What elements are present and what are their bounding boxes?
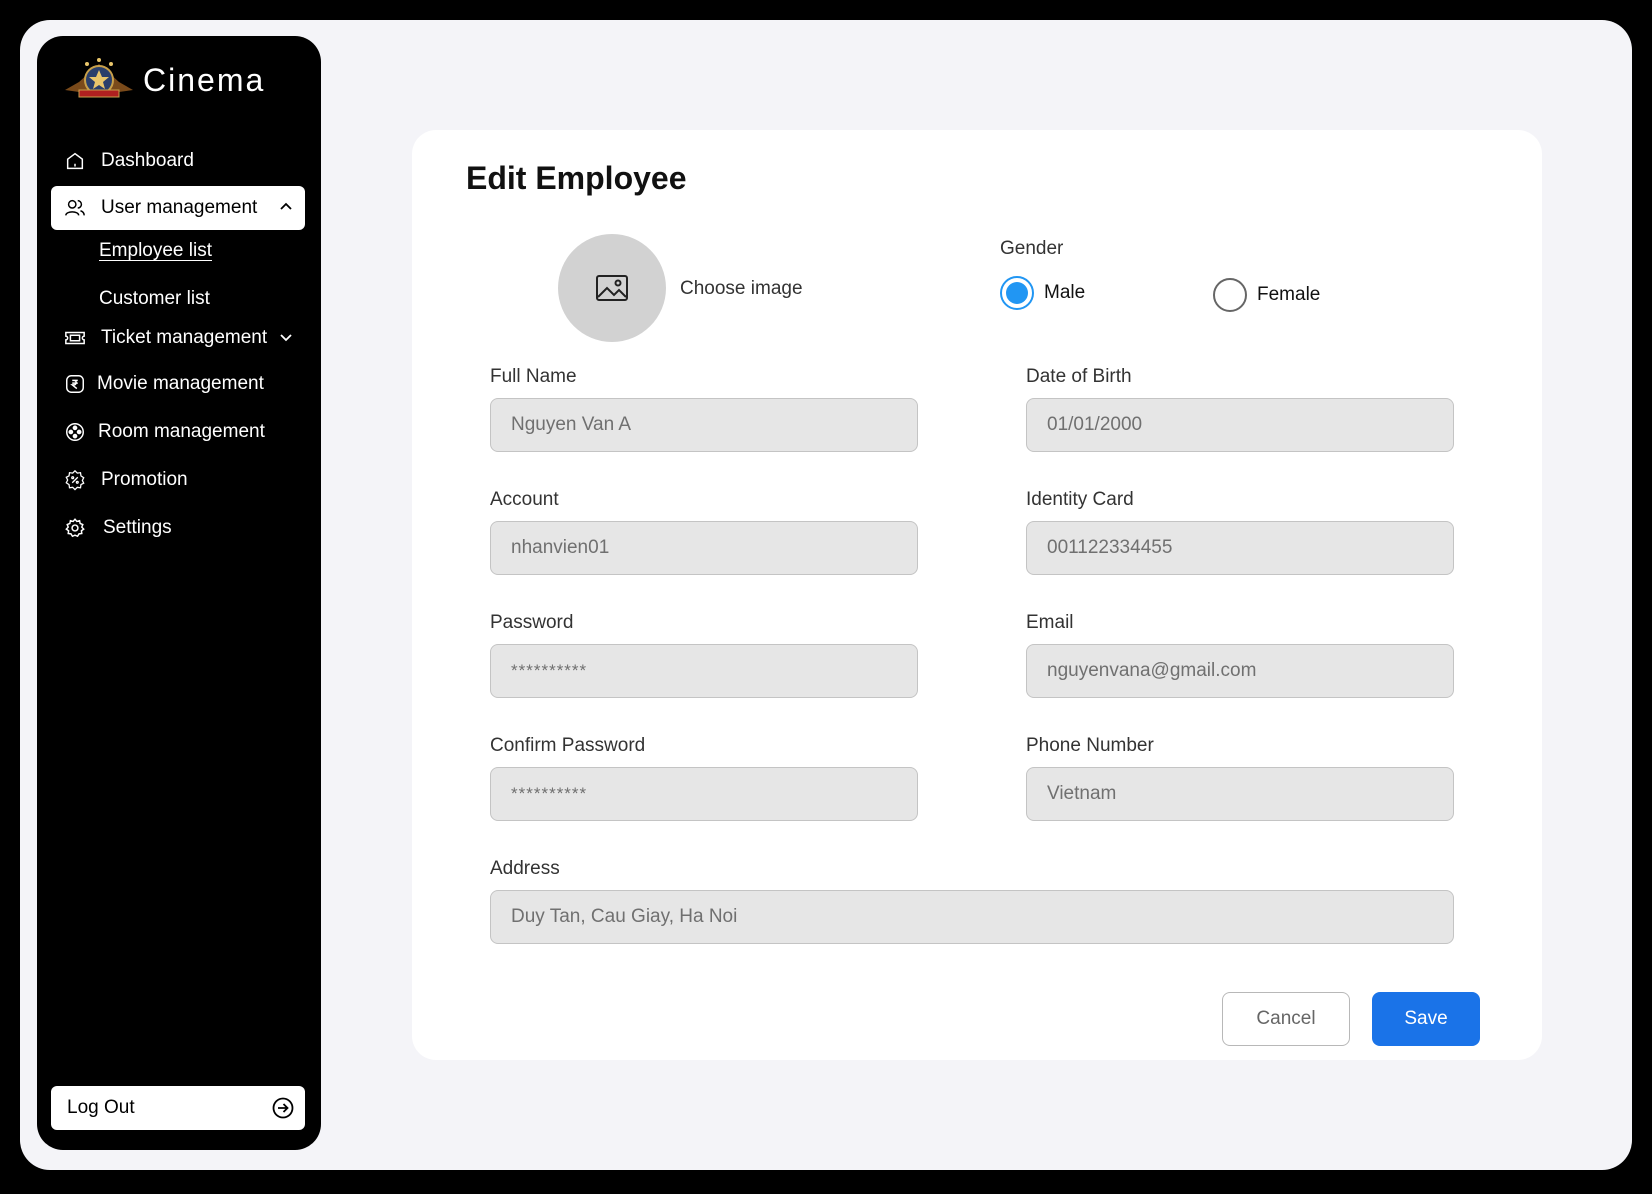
brand-name: Cinema [143, 61, 266, 98]
logout-label: Log Out [67, 1097, 135, 1118]
choose-image-link[interactable]: Choose image [680, 278, 803, 300]
edit-employee-card: Edit Employee Choose image Gender Male F… [412, 130, 1542, 1060]
full-name-label: Full Name [490, 366, 577, 387]
full-name-input[interactable]: Nguyen Van A [490, 398, 918, 452]
sidebar-item-label: Dashboard [101, 150, 194, 171]
chevron-up-icon [280, 202, 292, 210]
sidebar-item-label: User management [101, 197, 258, 218]
gender-radio-female[interactable]: Female [1213, 278, 1320, 312]
account-label: Account [490, 489, 559, 510]
address-input[interactable]: Duy Tan, Cau Giay, Ha Noi [490, 890, 1454, 944]
radio-indicator [1000, 276, 1034, 310]
confirm-password-input[interactable]: ********** [490, 767, 918, 821]
sidebar-item-user-management[interactable]: User management [51, 186, 305, 230]
gender-label: Gender [1000, 238, 1064, 259]
email-label: Email [1026, 612, 1074, 633]
rupee-coin-icon [63, 372, 87, 396]
radio-indicator [1213, 278, 1247, 312]
phone-number-input[interactable]: Vietnam [1026, 767, 1454, 821]
sidebar-item-dashboard[interactable]: Dashboard [51, 139, 305, 183]
app-window: Cinema Dashboard User management Employe… [20, 20, 1632, 1170]
sidebar-item-ticket-management[interactable]: Ticket management [51, 316, 305, 360]
chevron-down-icon [280, 334, 292, 342]
account-input[interactable]: nhanvien01 [490, 521, 918, 575]
date-of-birth-input[interactable]: 01/01/2000 [1026, 398, 1454, 452]
identity-card-label: Identity Card [1026, 489, 1134, 510]
sidebar-subitem-customer-list[interactable]: Customer list [99, 288, 210, 310]
percent-badge-icon [63, 468, 87, 492]
avatar-upload[interactable] [558, 234, 666, 342]
identity-card-input[interactable]: 001122334455 [1026, 521, 1454, 575]
ticket-icon [63, 326, 87, 350]
sidebar-item-label: Settings [103, 517, 172, 538]
radio-label: Female [1257, 284, 1321, 305]
password-label: Password [490, 612, 574, 633]
sidebar-item-label: Promotion [101, 469, 188, 490]
radio-label: Male [1044, 282, 1086, 303]
save-button[interactable]: Save [1372, 992, 1480, 1046]
cinema-emblem-icon [65, 58, 133, 98]
date-of-birth-label: Date of Birth [1026, 366, 1132, 387]
home-icon [63, 149, 87, 173]
image-icon [596, 275, 628, 301]
password-input[interactable]: ********** [490, 644, 918, 698]
sidebar-item-label: Ticket management [101, 327, 268, 348]
sidebar: Cinema Dashboard User management Employe… [37, 36, 321, 1150]
sidebar-item-promotion[interactable]: Promotion [51, 458, 305, 502]
sidebar-item-room-management[interactable]: Room management [51, 410, 305, 454]
email-input[interactable]: nguyenvana@gmail.com [1026, 644, 1454, 698]
page-title: Edit Employee [466, 160, 687, 196]
phone-number-label: Phone Number [1026, 735, 1154, 756]
brand-logo[interactable]: Cinema [61, 56, 265, 104]
sidebar-item-settings[interactable]: Settings [51, 506, 305, 550]
cancel-button[interactable]: Cancel [1222, 992, 1350, 1046]
sidebar-item-movie-management[interactable]: Movie management [51, 362, 305, 406]
arrow-right-circle-icon [272, 1097, 294, 1119]
logout-button[interactable]: Log Out [51, 1086, 305, 1130]
sidebar-item-label: Movie management [97, 373, 264, 394]
address-label: Address [490, 858, 560, 879]
confirm-password-label: Confirm Password [490, 735, 646, 756]
gender-radio-male[interactable]: Male [1000, 276, 1085, 310]
film-reel-icon [63, 420, 87, 444]
users-icon [63, 196, 87, 220]
sidebar-subitem-employee-list[interactable]: Employee list [99, 240, 212, 262]
gear-icon [63, 516, 87, 540]
sidebar-item-label: Room management [98, 421, 265, 442]
